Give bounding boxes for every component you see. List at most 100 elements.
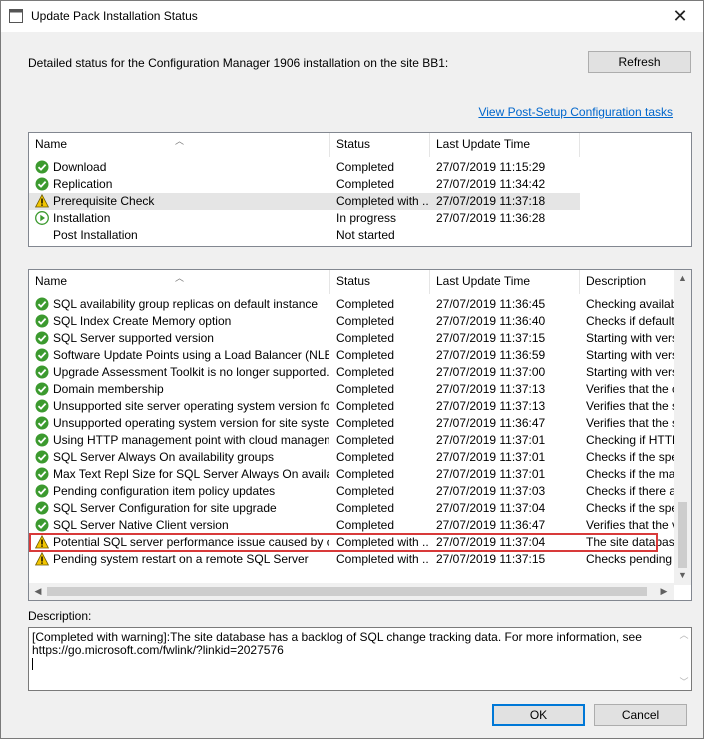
scroll-up-icon[interactable]: ︿ [677, 629, 691, 642]
row-name: Max Text Repl Size for SQL Server Always… [53, 467, 329, 481]
check-row[interactable]: Pending configuration item policy update… [29, 483, 676, 500]
row-status: Completed [336, 314, 395, 328]
column-header-name[interactable]: ︿ Name [29, 133, 330, 157]
row-status: Completed [336, 382, 395, 396]
cancel-button[interactable]: Cancel [594, 704, 687, 726]
column-header-last-update-time[interactable]: Last Update Time [430, 270, 580, 294]
check-icon [35, 365, 49, 379]
phase-row[interactable]: Download Completed 27/07/2019 11:15:29 [29, 159, 580, 176]
phase-row[interactable]: Prerequisite Check Completed with ... 27/0… [29, 193, 580, 210]
row-last-update-time [436, 227, 580, 244]
row-description: Checks if the max [586, 467, 676, 481]
scroll-up-icon[interactable]: ▲ [674, 273, 691, 283]
scroll-left-icon[interactable]: ◀ [33, 586, 43, 597]
check-row[interactable]: Max Text Repl Size for SQL Server Always… [29, 466, 676, 483]
close-button[interactable]: ✕ [657, 1, 703, 32]
description-textbox[interactable]: [Completed with warning]:The site databa… [28, 627, 692, 691]
row-last-update-time: 27/07/2019 11:37:13 [436, 399, 546, 413]
scroll-down-icon[interactable]: ▼ [674, 570, 691, 580]
window-title: Update Pack Installation Status [31, 9, 198, 23]
row-description: Checks if default v [586, 314, 676, 328]
check-row[interactable]: Using HTTP management point with cloud m… [29, 432, 676, 449]
row-last-update-time: 27/07/2019 11:37:01 [436, 467, 546, 481]
row-status: Completed [336, 399, 395, 413]
phases-list[interactable]: ︿ Name Status Last Update Time Download C… [28, 132, 692, 247]
check-row[interactable]: Potential SQL server performance issue c… [29, 534, 676, 551]
check-icon [35, 297, 49, 311]
row-last-update-time: 27/07/2019 11:36:40 [436, 314, 546, 328]
row-last-update-time: 27/07/2019 11:37:15 [436, 331, 546, 345]
row-last-update-time: 27/07/2019 11:37:00 [436, 365, 546, 379]
column-header-name[interactable]: ︿ Name [29, 270, 330, 294]
row-last-update-time: 27/07/2019 11:37:18 [436, 194, 546, 208]
row-status: Completed [336, 331, 395, 345]
text-caret [32, 658, 33, 670]
check-icon [35, 399, 49, 413]
vertical-scrollbar[interactable]: ▲ ▼ [674, 270, 691, 585]
check-row[interactable]: SQL Server Always On availability groups… [29, 449, 676, 466]
row-description: Verifies that the co [586, 382, 676, 396]
row-status: In progress [336, 211, 397, 225]
check-row[interactable]: Domain membership Completed 27/07/2019 11:… [29, 381, 676, 398]
phase-row[interactable]: Post Installation Not started [29, 227, 580, 244]
warning-icon [35, 194, 49, 208]
hscroll-thumb[interactable] [47, 587, 647, 596]
row-status: Completed [336, 416, 395, 430]
row-last-update-time: 27/07/2019 11:37:01 [436, 450, 546, 464]
row-name: Replication [53, 177, 113, 191]
column-header-last-update-time[interactable]: Last Update Time [430, 133, 580, 157]
row-last-update-time: 27/07/2019 11:36:47 [436, 416, 546, 430]
row-name: Download [53, 160, 107, 174]
row-description: Verifies that the site [586, 416, 676, 430]
check-row[interactable]: Upgrade Assessment Toolkit is no longer … [29, 364, 676, 381]
check-icon [35, 382, 49, 396]
check-row[interactable]: Unsupported site server operating system… [29, 398, 676, 415]
description-label: Description: [28, 609, 92, 623]
row-name: Unsupported site server operating system… [53, 399, 329, 413]
ok-button[interactable]: OK [492, 704, 585, 726]
phase-row[interactable]: Replication Completed 27/07/2019 11:34:42 [29, 176, 580, 193]
refresh-button[interactable]: Refresh [588, 51, 691, 73]
check-row[interactable]: Software Update Points using a Load Bala… [29, 347, 676, 364]
scroll-thumb[interactable] [678, 502, 687, 568]
row-description: Checks if the spec [586, 450, 676, 464]
column-header-status[interactable]: Status [330, 270, 430, 294]
row-status: Completed [336, 177, 395, 191]
row-last-update-time: 27/07/2019 11:37:15 [436, 552, 546, 566]
prerequisite-checks-list[interactable]: ︿ Name Status Last Update Time Descripti… [28, 269, 692, 601]
check-row[interactable]: SQL Server Configuration for site upgrad… [29, 500, 676, 517]
check-icon [35, 433, 49, 447]
row-name: SQL Server Native Client version [53, 518, 229, 532]
check-row[interactable]: Pending system restart on a remote SQL S… [29, 551, 676, 568]
row-last-update-time: 27/07/2019 11:37:01 [436, 433, 546, 447]
phases-header: ︿ Name Status Last Update Time [29, 133, 691, 157]
row-description: Checks pending sy [586, 552, 676, 566]
description-scrollbar[interactable]: ︿ ﹀ [677, 628, 691, 690]
row-description: The site database [586, 535, 676, 549]
intro-text: Detailed status for the Configuration Ma… [28, 56, 449, 70]
row-status: Completed [336, 365, 395, 379]
check-row[interactable]: SQL Server Native Client version Complete… [29, 517, 676, 534]
check-row[interactable]: SQL availability group replicas on defau… [29, 296, 676, 313]
row-name: Upgrade Assessment Toolkit is no longer … [53, 365, 329, 379]
horizontal-scrollbar[interactable]: ◀ ▶ [29, 583, 674, 600]
check-row[interactable]: SQL Server supported version Completed 27/… [29, 330, 676, 347]
column-header-description[interactable]: Description [580, 270, 676, 294]
post-setup-link[interactable]: View Post-Setup Configuration tasks [478, 105, 673, 119]
row-description: Starting with versic [586, 348, 676, 362]
app-window-icon [9, 9, 23, 23]
row-name: SQL availability group replicas on defau… [53, 297, 319, 311]
row-name: Pending configuration item policy update… [53, 484, 276, 498]
row-name: SQL Server Configuration for site upgrad… [53, 501, 277, 515]
title-bar: Update Pack Installation Status ✕ [1, 1, 703, 32]
row-name: Installation [53, 211, 111, 225]
phase-row[interactable]: Installation In progress 27/07/2019 11:36:… [29, 210, 580, 227]
scroll-down-icon[interactable]: ﹀ [677, 676, 691, 689]
check-row[interactable]: SQL Index Create Memory option Completed 2… [29, 313, 676, 330]
check-row[interactable]: Unsupported operating system version for… [29, 415, 676, 432]
row-description: Checking availabili [586, 297, 676, 311]
column-header-status[interactable]: Status [330, 133, 430, 157]
scroll-right-icon[interactable]: ▶ [659, 586, 669, 597]
row-status: Completed [336, 484, 395, 498]
row-last-update-time: 27/07/2019 11:15:29 [436, 160, 546, 174]
